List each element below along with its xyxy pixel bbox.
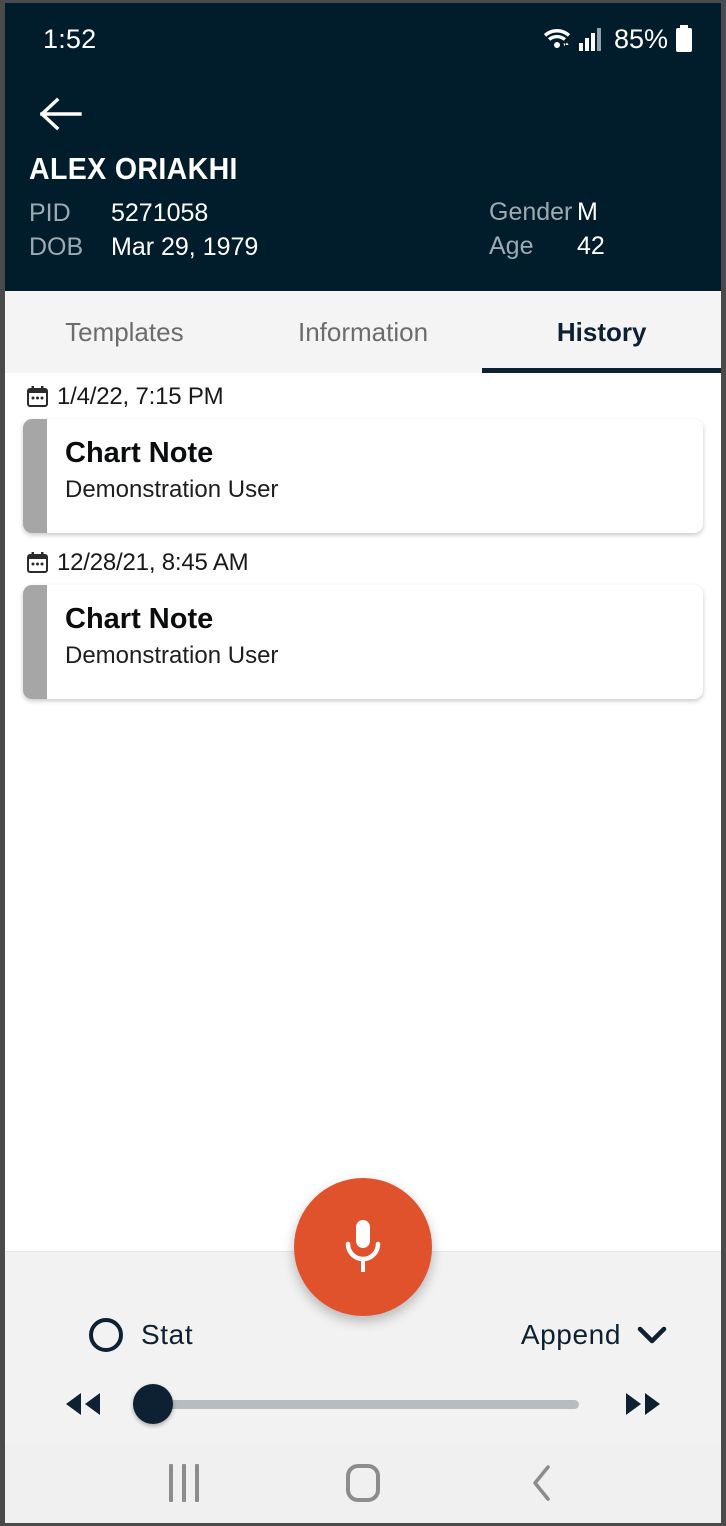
recording-control-panel: Stat Append <box>5 1178 721 1443</box>
android-home-button[interactable] <box>323 1453 403 1513</box>
note-accent-bar <box>23 585 47 699</box>
patient-name: ALEX ORIAKHI <box>29 151 238 186</box>
note-card-wrapper: Chart Note Demonstration User <box>5 585 721 699</box>
status-bar: 1:52 85% <box>5 3 721 75</box>
fast-forward-icon <box>620 1389 666 1419</box>
history-note-card[interactable]: Chart Note Demonstration User <box>23 419 703 533</box>
header-nav-row <box>5 75 721 153</box>
arrow-left-icon <box>40 97 82 131</box>
note-author: Demonstration User <box>65 642 279 670</box>
tab-information[interactable]: Information <box>244 291 483 373</box>
gender-label: Gender <box>489 198 573 226</box>
patient-dob-row: DOB Mar 29, 1979 <box>29 230 489 264</box>
note-author: Demonstration User <box>65 476 279 504</box>
home-icon <box>345 1464 380 1502</box>
patient-identity: ALEX ORIAKHI PID 5271058 DOB Mar 29, 197… <box>29 153 489 264</box>
back-button[interactable] <box>35 88 87 140</box>
dob-value: Mar 29, 1979 <box>111 233 259 261</box>
phone-screen: 1:52 85% ALEX ORIAKHI PID 5271058 DOB Ma… <box>0 0 726 1526</box>
patient-summary: ALEX ORIAKHI PID 5271058 DOB Mar 29, 197… <box>5 153 721 264</box>
wifi-icon <box>542 26 572 52</box>
chevron-left-icon <box>529 1463 555 1503</box>
pid-value: 5271058 <box>111 199 209 227</box>
pid-label: PID <box>29 199 71 227</box>
stat-toggle[interactable]: Stat <box>89 1318 193 1352</box>
android-navigation-bar <box>5 1443 721 1523</box>
rewind-icon <box>60 1389 106 1419</box>
history-group: 1/4/22, 7:15 PM Chart Note Demonstration… <box>5 379 721 533</box>
dob-label: DOB <box>29 233 84 261</box>
playback-slider[interactable] <box>133 1382 593 1426</box>
history-date-row: 1/4/22, 7:15 PM <box>5 379 721 419</box>
note-title: Chart Note <box>65 603 214 635</box>
history-group: 12/28/21, 8:45 AM Chart Note Demonstrati… <box>5 545 721 699</box>
battery-icon <box>675 25 693 53</box>
calendar-icon <box>27 552 48 574</box>
slider-track <box>147 1399 579 1409</box>
age-value: 42 <box>577 232 605 260</box>
chevron-down-icon <box>637 1325 667 1345</box>
tab-bar: Templates Information History <box>5 291 721 373</box>
app-header: ALEX ORIAKHI PID 5271058 DOB Mar 29, 197… <box>5 75 721 291</box>
calendar-icon <box>27 386 48 408</box>
tab-history[interactable]: History <box>482 291 721 373</box>
note-card-wrapper: Chart Note Demonstration User <box>5 419 721 533</box>
append-dropdown[interactable]: Append <box>521 1319 667 1351</box>
recents-icon <box>169 1464 200 1502</box>
patient-gender-row: Gender M <box>489 195 697 229</box>
history-date-label: 1/4/22, 7:15 PM <box>57 383 224 410</box>
patient-pid-row: PID 5271058 <box>29 196 489 230</box>
note-title: Chart Note <box>65 437 214 469</box>
android-recents-button[interactable] <box>144 1453 224 1513</box>
microphone-icon <box>339 1216 387 1278</box>
status-bar-indicators: 85% <box>542 24 693 55</box>
append-label: Append <box>520 1319 621 1350</box>
note-accent-bar <box>23 419 47 533</box>
slider-thumb[interactable] <box>133 1384 173 1424</box>
playback-scrubber-row <box>5 1372 721 1436</box>
history-date-label: 12/28/21, 8:45 AM <box>57 549 249 576</box>
status-bar-clock: 1:52 <box>43 23 97 54</box>
radio-unchecked-icon <box>89 1318 123 1352</box>
history-date-row: 12/28/21, 8:45 AM <box>5 545 721 585</box>
gender-value: M <box>577 198 598 226</box>
history-list[interactable]: 1/4/22, 7:15 PM Chart Note Demonstration… <box>5 373 721 1251</box>
record-microphone-button[interactable] <box>294 1178 432 1316</box>
battery-percent-label: 85% <box>613 23 668 54</box>
age-label: Age <box>489 232 534 260</box>
rewind-button[interactable] <box>55 1382 111 1426</box>
fast-forward-button[interactable] <box>615 1382 671 1426</box>
patient-age-row: Age 42 <box>489 229 697 263</box>
patient-demographics: Gender M Age 42 <box>489 153 697 264</box>
cellular-signal-icon <box>578 26 603 52</box>
android-back-button[interactable] <box>502 1453 582 1513</box>
stat-label: Stat <box>141 1319 194 1350</box>
tab-templates[interactable]: Templates <box>5 291 244 373</box>
history-note-card[interactable]: Chart Note Demonstration User <box>23 585 703 699</box>
